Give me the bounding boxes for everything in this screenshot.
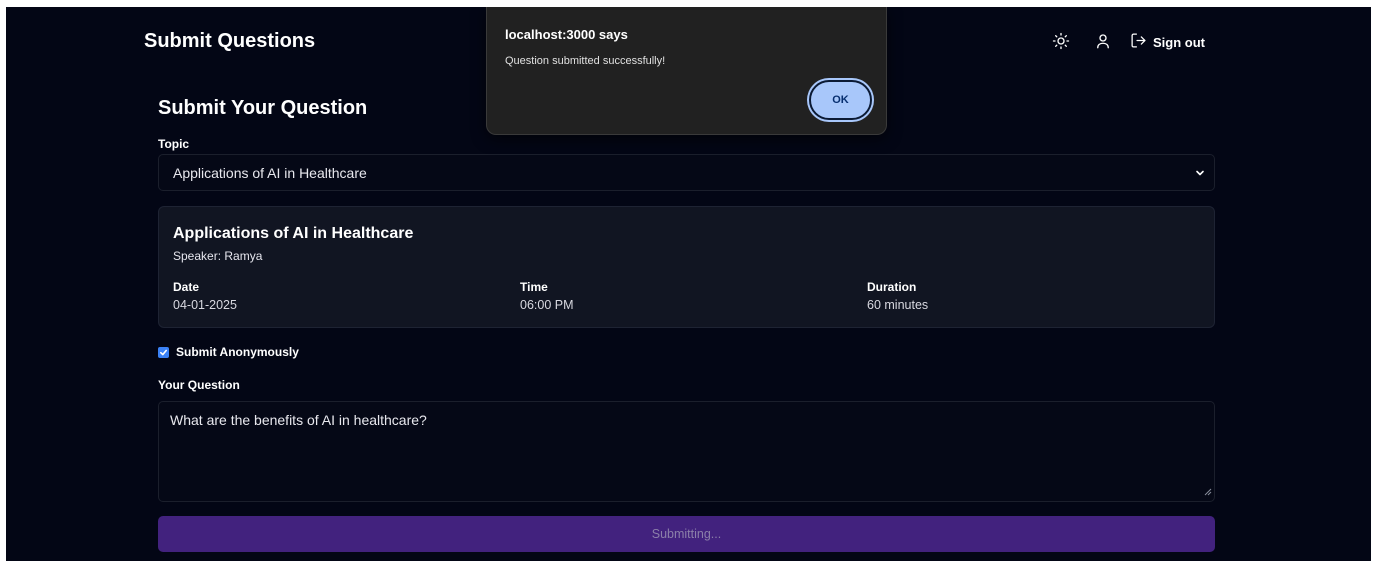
resize-handle-icon[interactable]: [1204, 483, 1212, 499]
page-title: Submit Your Question: [158, 97, 368, 119]
check-icon: [159, 349, 168, 355]
profile-button[interactable]: [1090, 29, 1116, 55]
alert-dialog: localhost:3000 says Question submitted s…: [486, 7, 887, 135]
dialog-message: Question submitted successfully!: [505, 55, 666, 67]
date-label: Date: [173, 280, 200, 294]
question-label: Your Question: [158, 378, 240, 392]
session-time: Time 06:00 PM: [520, 280, 574, 312]
sign-out-button[interactable]: Sign out: [1130, 32, 1205, 52]
date-value: 04-01-2025: [173, 298, 237, 312]
anonymous-row: Submit Anonymously: [158, 345, 299, 359]
user-icon: [1094, 32, 1112, 53]
chevron-down-icon: [1194, 166, 1206, 182]
time-value: 06:00 PM: [520, 298, 574, 312]
session-info-card: Applications of AI in Healthcare Speaker…: [158, 206, 1215, 328]
header-actions: Sign out: [1046, 29, 1205, 55]
anonymous-label[interactable]: Submit Anonymously: [176, 345, 299, 359]
session-speaker: Speaker: Ramya: [173, 249, 263, 263]
theme-toggle-button[interactable]: [1048, 29, 1074, 55]
duration-value: 60 minutes: [867, 298, 929, 312]
topic-label: Topic: [158, 137, 190, 151]
session-date: Date 04-01-2025: [173, 280, 237, 312]
duration-label: Duration: [867, 280, 917, 294]
dialog-ok-button[interactable]: OK: [809, 80, 872, 120]
sign-out-icon: [1130, 32, 1147, 52]
sun-icon: [1052, 32, 1070, 53]
app-title: Submit Questions: [144, 30, 316, 52]
submit-button[interactable]: Submitting...: [158, 516, 1215, 552]
session-title: Applications of AI in Healthcare: [173, 225, 414, 242]
topic-select[interactable]: Applications of AI in Healthcare: [158, 154, 1215, 191]
session-duration: Duration 60 minutes: [867, 280, 928, 312]
dialog-origin: localhost:3000 says: [505, 27, 628, 42]
anonymous-checkbox[interactable]: [158, 346, 169, 358]
sign-out-label: Sign out: [1153, 34, 1205, 50]
time-label: Time: [520, 280, 548, 294]
question-textarea[interactable]: What are the benefits of AI in healthcar…: [158, 401, 1215, 502]
topic-select-value: Applications of AI in Healthcare: [173, 164, 367, 181]
question-text: What are the benefits of AI in healthcar…: [170, 412, 427, 428]
app-window: Submit Questions Sign out Submit Your Qu…: [6, 7, 1371, 561]
